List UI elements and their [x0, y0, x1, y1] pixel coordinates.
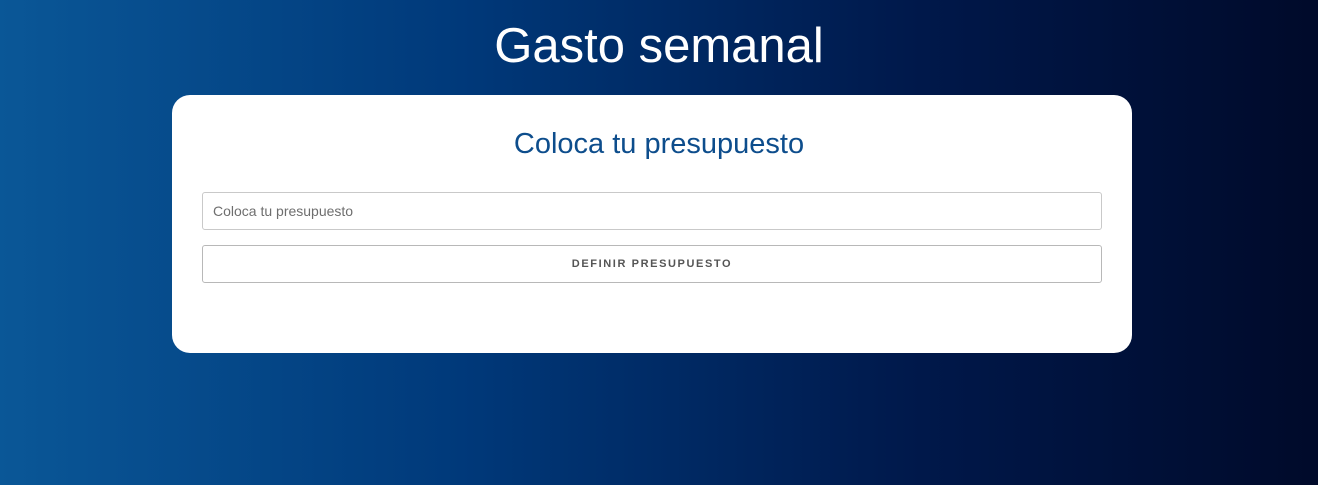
- page-title: Gasto semanal: [494, 19, 824, 73]
- budget-input[interactable]: [202, 192, 1102, 230]
- define-budget-button[interactable]: DEFINIR PRESUPUESTO: [202, 245, 1102, 283]
- budget-form-heading: Coloca tu presupuesto: [513, 128, 805, 160]
